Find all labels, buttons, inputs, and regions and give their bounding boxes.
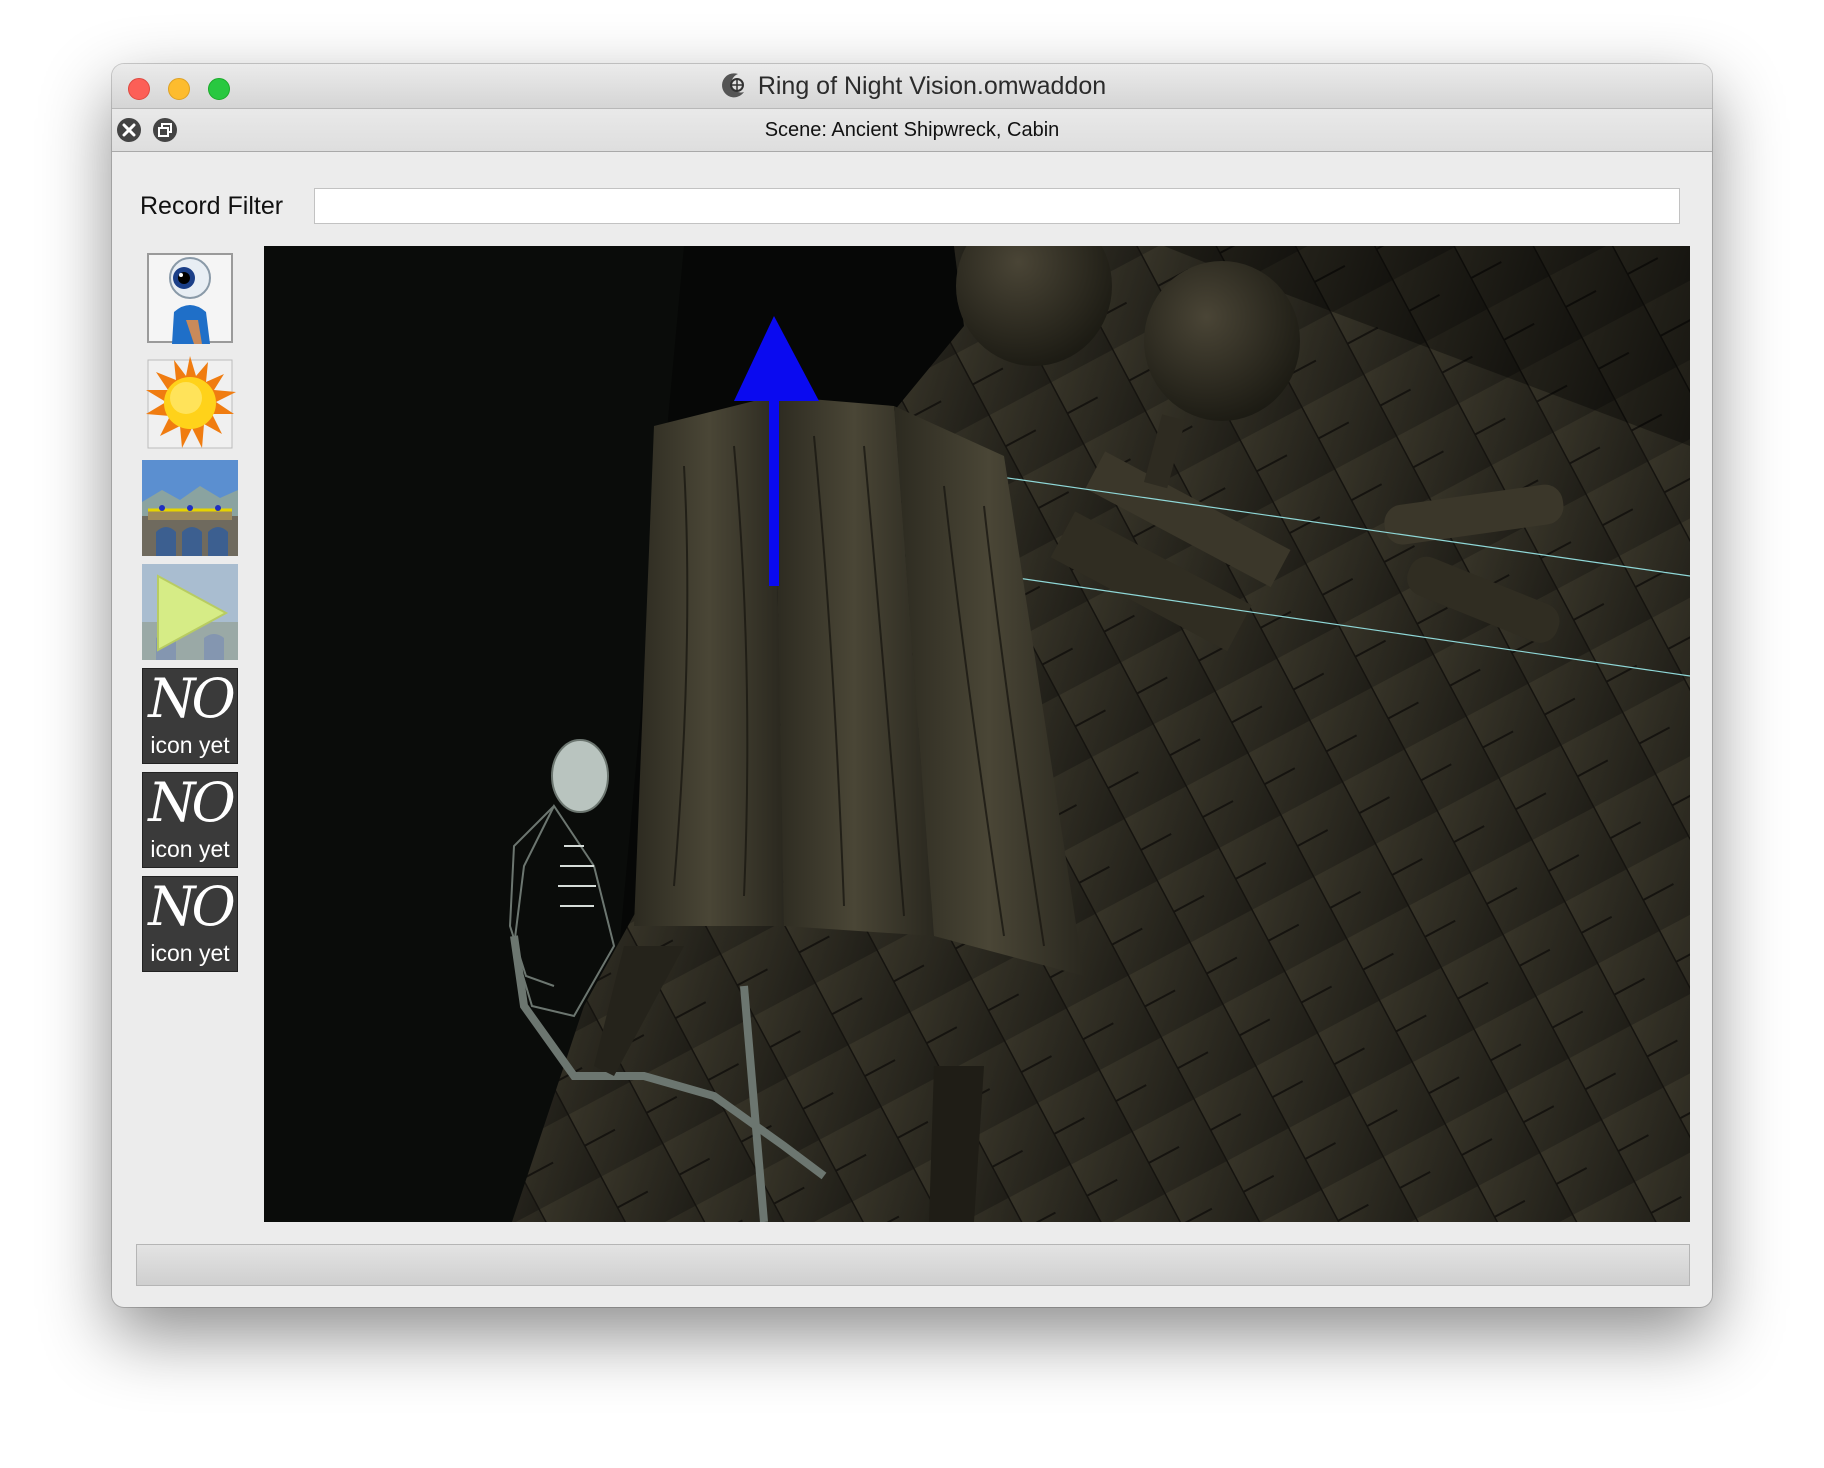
camera-mode-button[interactable] xyxy=(142,250,238,346)
title-bar: Ring of Night Vision.omwaddon xyxy=(112,64,1712,109)
run-game-icon xyxy=(142,564,238,660)
no-icon-caption: icon yet xyxy=(150,732,230,758)
no-icon-tool-2[interactable]: NO icon yet xyxy=(142,772,238,868)
scene-mode-icon xyxy=(142,460,238,556)
record-filter-label: Record Filter xyxy=(140,192,284,220)
status-bar xyxy=(136,1244,1690,1286)
scene-3d-viewport[interactable] xyxy=(264,246,1690,1222)
scene-render xyxy=(264,246,1690,1222)
run-game-button[interactable] xyxy=(142,564,238,660)
scene-mode-button[interactable] xyxy=(142,460,238,556)
scene-title: Scene: Ancient Shipwreck, Cabin xyxy=(764,119,1060,141)
app-icon xyxy=(721,73,744,98)
lighting-mode-button[interactable] xyxy=(142,356,238,452)
no-icon-placeholder: NO xyxy=(148,771,236,834)
editor-window: Ring of Night Vision.omwaddon Scene: Anc… xyxy=(112,64,1712,1307)
window-title: Ring of Night Vision.omwaddon xyxy=(757,71,1107,100)
scene-subwindow-header: Scene: Ancient Shipwreck, Cabin xyxy=(112,109,1712,152)
camera-mode-icon xyxy=(147,253,233,344)
no-icon-caption: icon yet xyxy=(150,836,230,862)
lighting-mode-icon xyxy=(146,356,236,449)
no-icon-placeholder: NO xyxy=(148,667,236,730)
record-filter-input[interactable] xyxy=(314,188,1680,224)
no-icon-caption: icon yet xyxy=(150,940,230,966)
no-icon-tool-1[interactable]: NO icon yet xyxy=(142,668,238,764)
no-icon-placeholder: NO xyxy=(148,875,236,938)
no-icon-tool-3[interactable]: NO icon yet xyxy=(142,876,238,972)
